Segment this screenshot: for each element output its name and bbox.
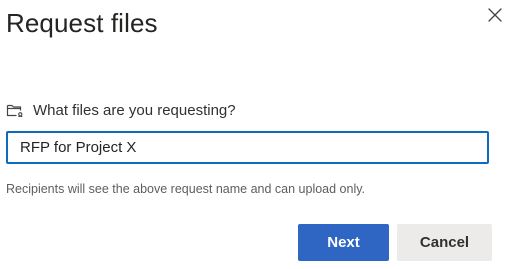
close-button[interactable] — [484, 6, 506, 28]
folder-request-icon — [6, 102, 24, 118]
request-files-dialog: Request files What files are you request… — [0, 0, 506, 269]
close-icon — [487, 7, 503, 28]
helper-text: Recipients will see the above request na… — [6, 182, 366, 196]
request-prompt-label: What files are you requesting? — [33, 101, 236, 119]
request-name-input[interactable] — [6, 131, 489, 164]
next-button[interactable]: Next — [298, 224, 389, 261]
request-prompt: What files are you requesting? — [6, 100, 236, 120]
dialog-title: Request files — [6, 8, 158, 38]
cancel-button[interactable]: Cancel — [397, 224, 492, 261]
